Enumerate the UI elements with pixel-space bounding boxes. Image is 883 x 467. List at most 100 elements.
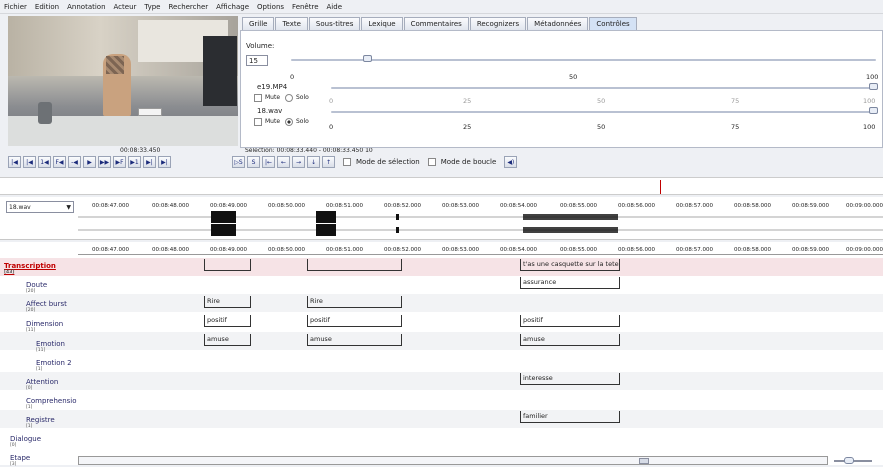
media-1-thumb[interactable] [869,83,878,90]
annotation-dimension-1[interactable]: positif [204,315,251,327]
tier-count-dialogue: [0] [10,443,17,448]
annotation-dimension-2[interactable]: positif [307,315,402,327]
tier-name-dimension[interactable]: Dimension [11] [4,320,76,333]
speaker-icon[interactable]: ◀) [504,156,518,168]
go-to-end-icon[interactable]: ▶| [158,156,171,168]
volume-field[interactable]: 15 [246,55,268,66]
tier-row-attention[interactable] [0,372,883,390]
media-2-slider[interactable] [331,111,876,113]
play-icon[interactable]: ▶ [83,156,96,168]
next-frame-icon[interactable]: ▶| [143,156,156,168]
annotation-affect-1[interactable]: Rire [204,296,251,308]
tier-name-etape[interactable]: Etape [3] [4,454,76,467]
tab-metadonnees[interactable]: Métadonnées [527,17,589,30]
menu-aide[interactable]: Aide [327,3,342,11]
prev-frame-icon[interactable]: |◀ [23,156,36,168]
annotation-affect-2[interactable]: Rire [307,296,402,308]
prev-second-icon[interactable]: 1◀ [38,156,51,168]
loop-mode-checkbox[interactable] [427,158,436,166]
menu-annotation[interactable]: Annotation [67,3,105,11]
menu-type[interactable]: Type [144,3,160,11]
annotation-registre[interactable]: familier [520,411,620,423]
tier-name-attention[interactable]: Attention [0] [4,378,76,391]
step-forward-icon[interactable]: ▶▶ [98,156,111,168]
timeline-ruler[interactable] [0,177,883,195]
menu-acteur[interactable]: Acteur [114,3,137,11]
tier-name-doute[interactable]: Doute [20] [4,281,76,294]
tab-commentaires[interactable]: Commentaires [403,17,469,30]
play-selection-icon[interactable]: ▷S [232,156,245,168]
arrow-left-icon[interactable]: ← [277,156,290,168]
tier-name-affect[interactable]: Affect burst [20] [4,300,76,313]
media-1-tick-100: 100 [863,97,876,105]
prev-scroll-icon[interactable]: F◀ [53,156,66,168]
tab-lexique[interactable]: Lexique [361,17,403,30]
media-1-solo-label: Solo [296,94,309,101]
volume-slider[interactable] [291,59,876,61]
media-2-mute-checkbox[interactable] [254,118,262,126]
media-1-slider[interactable] [331,87,876,89]
scroll-thumb[interactable] [639,458,649,464]
arrow-down-icon[interactable]: ↓ [307,156,320,168]
annotation-dimension-3[interactable]: positif [520,315,620,327]
tier-name-comprehension[interactable]: Comprehensio [1] [4,397,77,410]
tier-name-registre[interactable]: Registre [1] [4,416,76,429]
tab-controles[interactable]: Contrôles [589,17,637,30]
tier-row-emotion[interactable] [0,332,883,350]
selection-begin-icon[interactable]: S [247,156,260,168]
go-to-begin-icon[interactable]: |◀ [8,156,21,168]
volume-thumb[interactable] [363,55,372,62]
horizontal-scrollbar[interactable] [78,456,828,465]
zoom-thumb[interactable] [844,457,854,464]
step-back-icon[interactable]: -◀ [68,156,81,168]
tab-grille[interactable]: Grille [242,17,275,30]
menu-fichier[interactable]: Fichier [4,3,27,11]
menu-fenetre[interactable]: Fenêtre [292,3,318,11]
clear-selection-icon[interactable]: |← [262,156,275,168]
tier-time-5: 00:08:52.000 [384,247,421,253]
media-1-solo-radio[interactable] [285,94,293,102]
media-1-tick-0: 0 [329,97,334,105]
annotation-transcription-3[interactable]: t'as une casquette sur la tete [520,259,620,271]
tier-name-transcription[interactable]: Transcription [43] [4,262,76,275]
annotation-emotion-1[interactable]: amuse [204,334,251,346]
media-1-mute-checkbox[interactable] [254,94,262,102]
arrow-up-icon[interactable]: ↑ [322,156,335,168]
tier-name-emotion2[interactable]: Emotion 2 [1] [4,359,76,372]
tab-recognizers[interactable]: Recognizers [469,17,527,30]
media-2-solo-radio[interactable] [285,118,293,126]
annotation-transcription-2[interactable] [307,259,402,271]
annotation-emotion-3[interactable]: amuse [520,334,620,346]
menu-rechercher[interactable]: Rechercher [168,3,208,11]
menu-edition[interactable]: Edition [35,3,59,11]
video-player[interactable] [8,16,238,146]
tier-label-emotion2: Emotion 2 [36,359,72,367]
next-scroll-icon[interactable]: ▶F [113,156,126,168]
tier-row-registre[interactable] [0,410,883,428]
tier-row-affect[interactable] [0,294,883,312]
tier-count-affect: [20] [26,308,36,313]
media-1-mute-label: Mute [265,94,281,101]
annotation-doute[interactable]: assurance [520,277,620,289]
annotation-emotion-2[interactable]: amuse [307,334,402,346]
annotation-attention[interactable]: interesse [520,373,620,385]
tab-texte[interactable]: Texte [275,17,308,30]
menu-affichage[interactable]: Affichage [216,3,249,11]
tier-name-emotion[interactable]: Emotion [11] [4,340,76,353]
menu-options[interactable]: Options [257,3,284,11]
arrow-right-icon[interactable]: → [292,156,305,168]
annotation-transcription-1[interactable] [204,259,251,271]
waveform-select[interactable]: 18.wav ▼ [6,201,74,213]
selection-mode-checkbox[interactable] [343,158,351,166]
waveform-viewer[interactable]: 18.wav ▼ 00:08:47.000 00:08:48.000 00:08:… [0,197,883,240]
tier-label-comprehension: Comprehensio [26,397,77,405]
tier-name-dialogue[interactable]: Dialogue [0] [4,435,76,448]
tier-row-transcription[interactable] [0,258,883,276]
zoom-slider[interactable] [830,456,875,465]
tier-time-ruler: 00:08:47.000 00:08:48.000 00:08:49.000 0… [78,245,883,255]
next-second-icon[interactable]: ▶1 [128,156,141,168]
media-2-thumb[interactable] [869,107,878,114]
menu-bar: Fichier Edition Annotation Acteur Type R… [0,0,883,14]
tier-time-1: 00:08:48.000 [152,247,189,253]
tab-sous-titres[interactable]: Sous-titres [308,17,361,30]
